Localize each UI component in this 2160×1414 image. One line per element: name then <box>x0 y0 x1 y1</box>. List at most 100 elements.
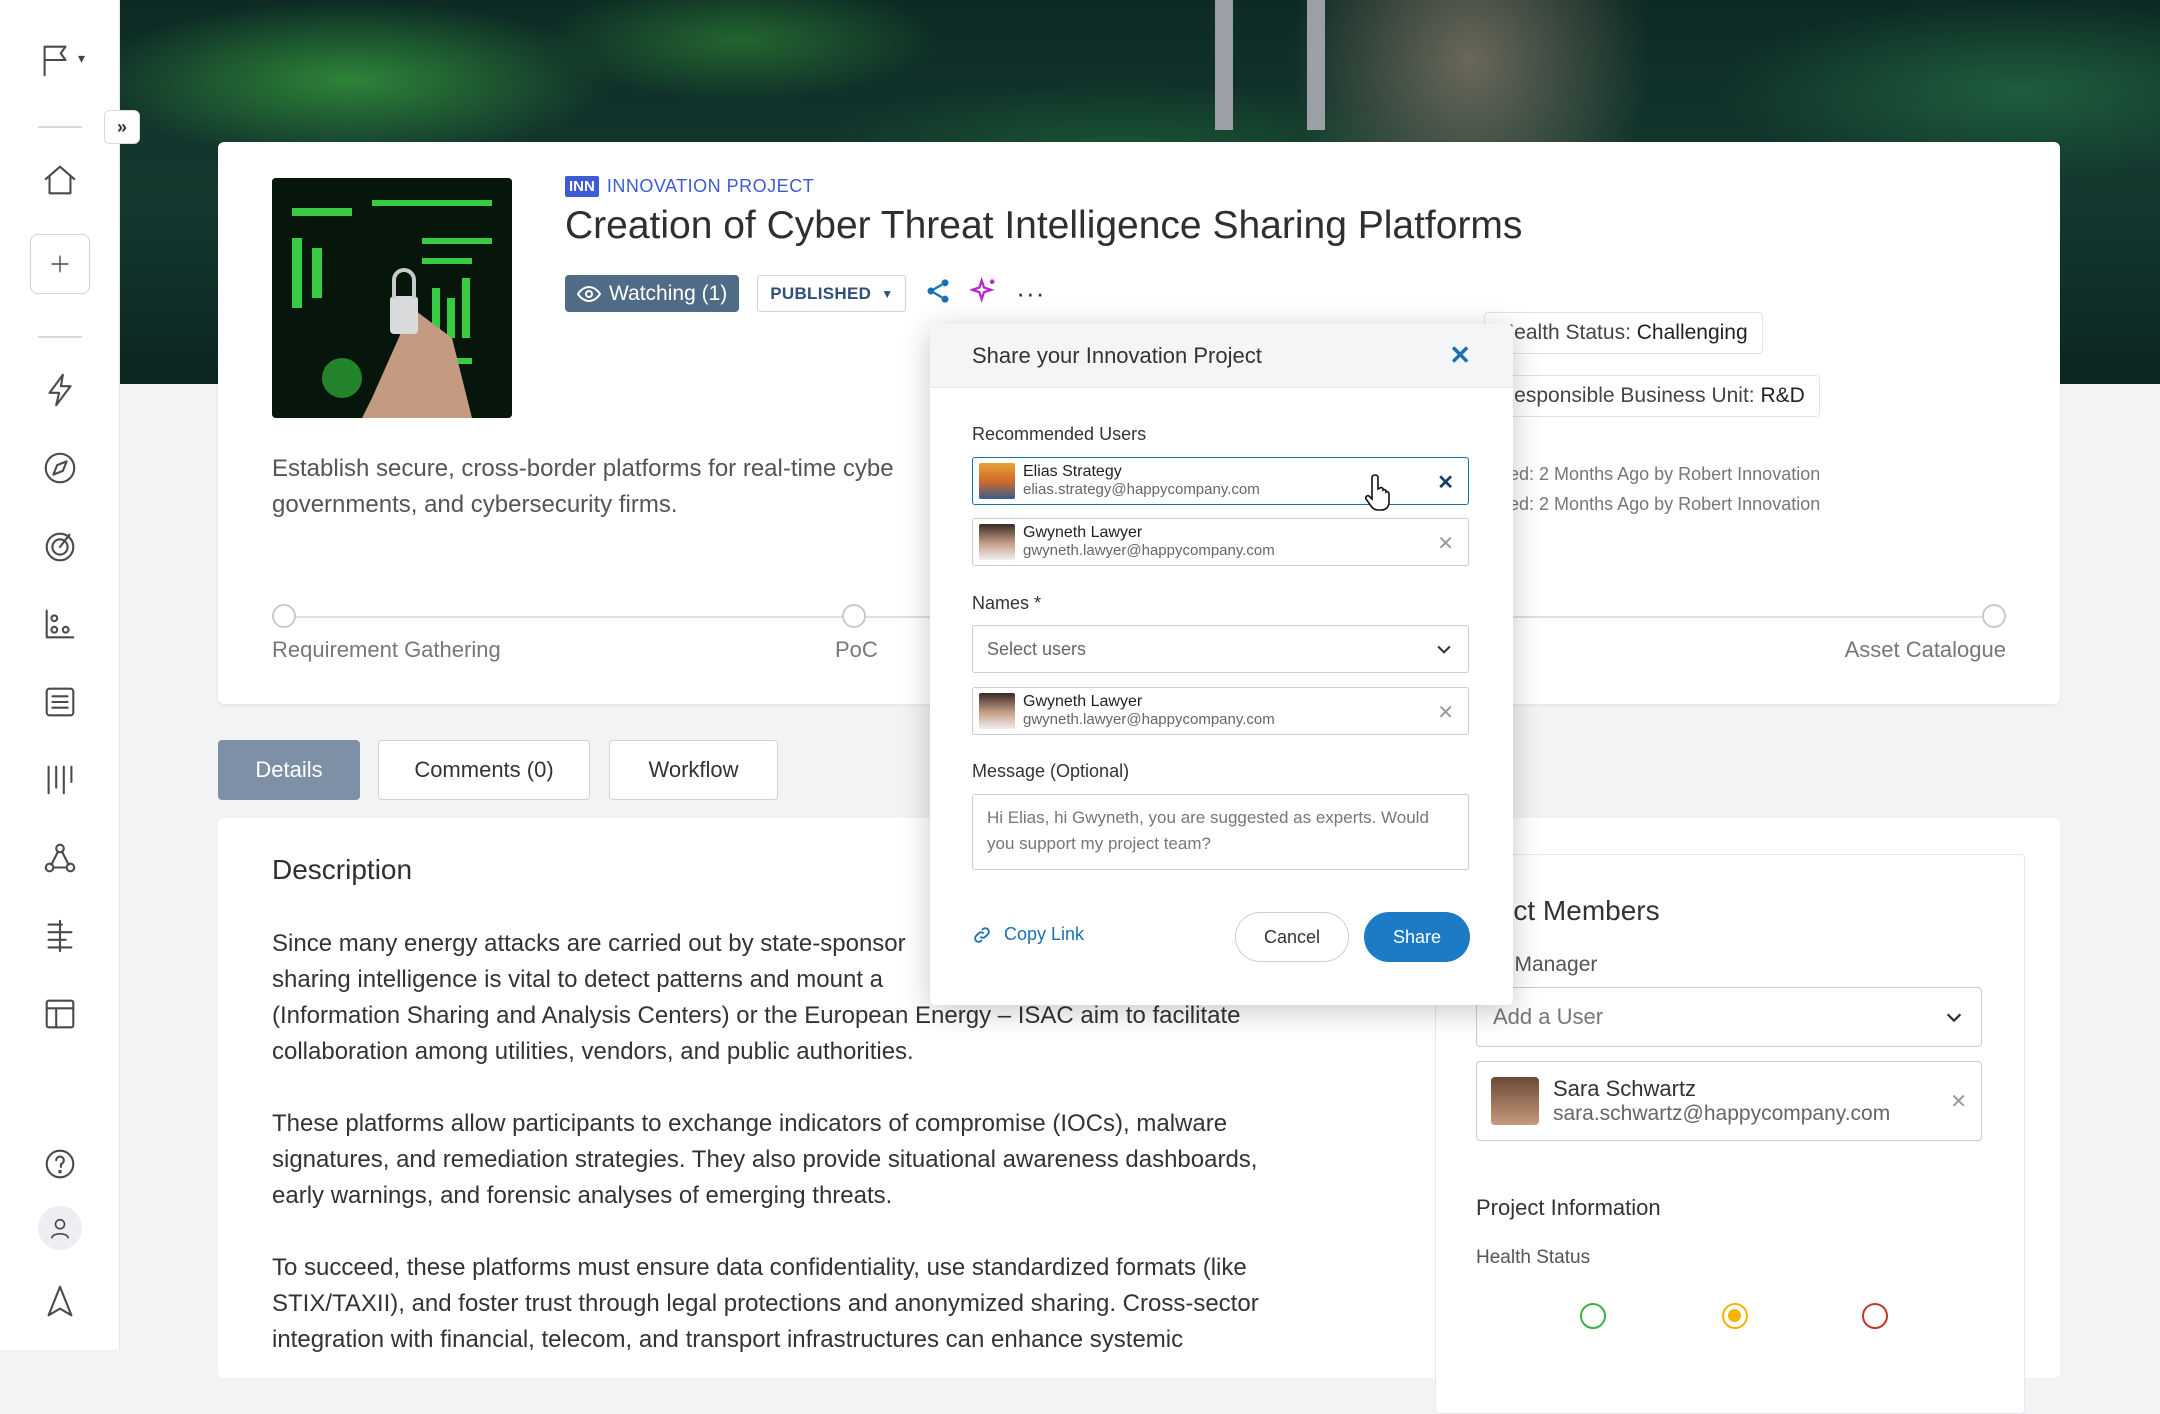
paragraph-line: integration with financial, telecom, and… <box>272 1326 1184 1353</box>
message-textarea[interactable]: Hi Elias, hi Gwyneth, you are suggested … <box>972 794 1469 870</box>
user-email: gwyneth.lawyer@happycompany.com <box>1023 542 1275 559</box>
project-thumbnail <box>272 178 512 418</box>
flag-icon[interactable] <box>34 38 78 82</box>
target-icon[interactable] <box>38 524 82 568</box>
updated-info: dated: 2 Months Ago by Robert Innovation <box>1484 494 1821 514</box>
health-value: Challenging <box>1636 321 1748 344</box>
health-green-radio[interactable] <box>1580 1303 1606 1329</box>
health-red-radio[interactable] <box>1862 1303 1888 1329</box>
bu-label: Responsible Business Unit: <box>1499 384 1755 407</box>
sidebar-divider <box>38 336 82 338</box>
chevron-down-icon[interactable]: ▾ <box>78 50 85 67</box>
remove-icon[interactable]: ✕ <box>1950 1089 1967 1114</box>
paragraph-line: (Information Sharing and Analysis Center… <box>272 1002 1241 1029</box>
paragraph-line: Since many energy attacks are carried ou… <box>272 930 906 957</box>
home-icon[interactable] <box>38 158 82 202</box>
stage-dot[interactable] <box>272 604 296 628</box>
page-title: Creation of Cyber Threat Intelligence Sh… <box>565 204 1523 247</box>
avatar <box>1491 1077 1539 1125</box>
user-icon[interactable] <box>38 1206 82 1250</box>
description-title: Description <box>272 854 413 885</box>
tab-workflow[interactable]: Workflow <box>609 740 778 800</box>
timeline-icon[interactable] <box>38 914 82 958</box>
status-label: PUBLISHED <box>770 283 872 303</box>
user-name: Gwyneth Lawyer <box>1023 524 1143 541</box>
stage-label: Asset Catalogue <box>1844 637 2006 662</box>
sparkle-icon[interactable] <box>969 276 998 310</box>
close-icon[interactable]: ✕ <box>1437 700 1454 725</box>
tab-comments[interactable]: Comments (0) <box>378 740 590 800</box>
sidebar: ▾ <box>0 0 120 1350</box>
business-unit-badge: Responsible Business Unit: R&D <box>1484 375 1820 417</box>
pm-name: Sara Schwartz <box>1553 1076 1697 1101</box>
cancel-button[interactable]: Cancel <box>1235 912 1349 962</box>
health-status-badge: Health Status: Challenging <box>1484 312 1763 354</box>
navigation-icon[interactable] <box>38 1280 82 1324</box>
modal-header: Share your Innovation Project ✕ <box>930 324 1513 388</box>
health-amber-radio[interactable] <box>1722 1303 1748 1329</box>
summary-line: governments, and cybersecurity firms. <box>272 491 678 518</box>
more-icon[interactable]: ··· <box>1016 278 1045 309</box>
type-badge: INN <box>565 176 599 197</box>
stage-dot[interactable] <box>1982 604 2006 628</box>
watch-button[interactable]: Watching (1) <box>565 275 740 312</box>
chevron-down-icon <box>1437 645 1451 654</box>
avatar <box>979 524 1015 560</box>
copy-link-button[interactable]: Copy Link <box>972 924 1084 945</box>
paragraph-line: collaboration among utilities, vendors, … <box>272 1038 914 1065</box>
sidebar-divider <box>38 126 82 128</box>
project-manager-select[interactable]: Add a User <box>1476 987 1982 1047</box>
project-information-title: Project Information <box>1476 1195 1661 1220</box>
description-paragraph: These platforms allow participants to ex… <box>272 1106 1332 1214</box>
stage-dot[interactable] <box>842 604 866 628</box>
pm-placeholder: Add a User <box>1493 1004 1604 1029</box>
user-name: Gwyneth Lawyer <box>1023 693 1143 710</box>
close-icon[interactable]: ✕ <box>1437 470 1454 495</box>
link-icon <box>974 926 990 943</box>
list-icon[interactable] <box>38 680 82 724</box>
hand-cursor-icon <box>1364 474 1390 511</box>
paragraph-line: STIX/TAXII), and foster trust through le… <box>272 1290 1259 1317</box>
chart-icon[interactable] <box>38 602 82 646</box>
names-label: Names * <box>972 593 1042 613</box>
kanban-icon[interactable] <box>38 758 82 802</box>
paragraph-line: To succeed, these platforms must ensure … <box>272 1254 1247 1281</box>
recommended-user-chip[interactable]: Gwyneth Lawyer gwyneth.lawyer@happycompa… <box>972 518 1469 566</box>
lightning-icon[interactable] <box>38 368 82 412</box>
network-icon[interactable] <box>38 836 82 880</box>
share-modal: Share your Innovation Project ✕ Recommen… <box>930 324 1513 1005</box>
status-dropdown[interactable]: PUBLISHED ▼ <box>757 275 907 312</box>
help-icon[interactable] <box>38 1142 82 1186</box>
project-summary: Establish secure, cross-border platforms… <box>272 451 952 523</box>
add-button[interactable] <box>30 234 90 294</box>
recommended-users-label: Recommended Users <box>972 424 1147 444</box>
user-email: gwyneth.lawyer@happycompany.com <box>1023 711 1275 728</box>
paragraph-line: signatures, and remediation strategies. … <box>272 1146 1258 1173</box>
sidebar-expand-button[interactable]: » <box>104 110 140 144</box>
padlock-image <box>1215 0 1325 130</box>
summary-line: Establish secure, cross-border platforms… <box>272 455 894 482</box>
project-manager-chip: Sara Schwartz sara.schwartz@happycompany… <box>1476 1061 1982 1141</box>
copy-link-label: Copy Link <box>1004 924 1085 944</box>
created-info: eated: 2 Months Ago by Robert Innovation <box>1484 464 1821 484</box>
paragraph-line: sharing intelligence is vital to detect … <box>272 966 884 993</box>
project-side-panel: oject Members ject Manager Add a User Sa… <box>1435 854 2025 1414</box>
chevron-down-icon: ▼ <box>881 286 894 301</box>
user-email: elias.strategy@happycompany.com <box>1023 481 1260 498</box>
close-icon[interactable]: ✕ <box>1449 340 1471 371</box>
pm-email: sara.schwartz@happycompany.com <box>1553 1102 1891 1125</box>
names-select[interactable]: Select users <box>972 625 1469 673</box>
layout-icon[interactable] <box>38 992 82 1036</box>
tab-details[interactable]: Details <box>218 740 360 800</box>
health-status-label: Health Status <box>1476 1247 1591 1268</box>
chevron-down-icon <box>1946 1013 1962 1023</box>
selected-user-chip[interactable]: Gwyneth Lawyer gwyneth.lawyer@happycompa… <box>972 687 1469 735</box>
watch-label: Watching (1) <box>609 281 728 305</box>
share-icon[interactable] <box>924 277 952 310</box>
compass-icon[interactable] <box>38 446 82 490</box>
project-type: INN INNOVATION PROJECT <box>565 176 814 197</box>
health-label: Health Status: <box>1499 321 1631 344</box>
bu-value: R&D <box>1760 384 1805 407</box>
close-icon[interactable]: ✕ <box>1437 531 1454 556</box>
share-button[interactable]: Share <box>1364 912 1470 962</box>
